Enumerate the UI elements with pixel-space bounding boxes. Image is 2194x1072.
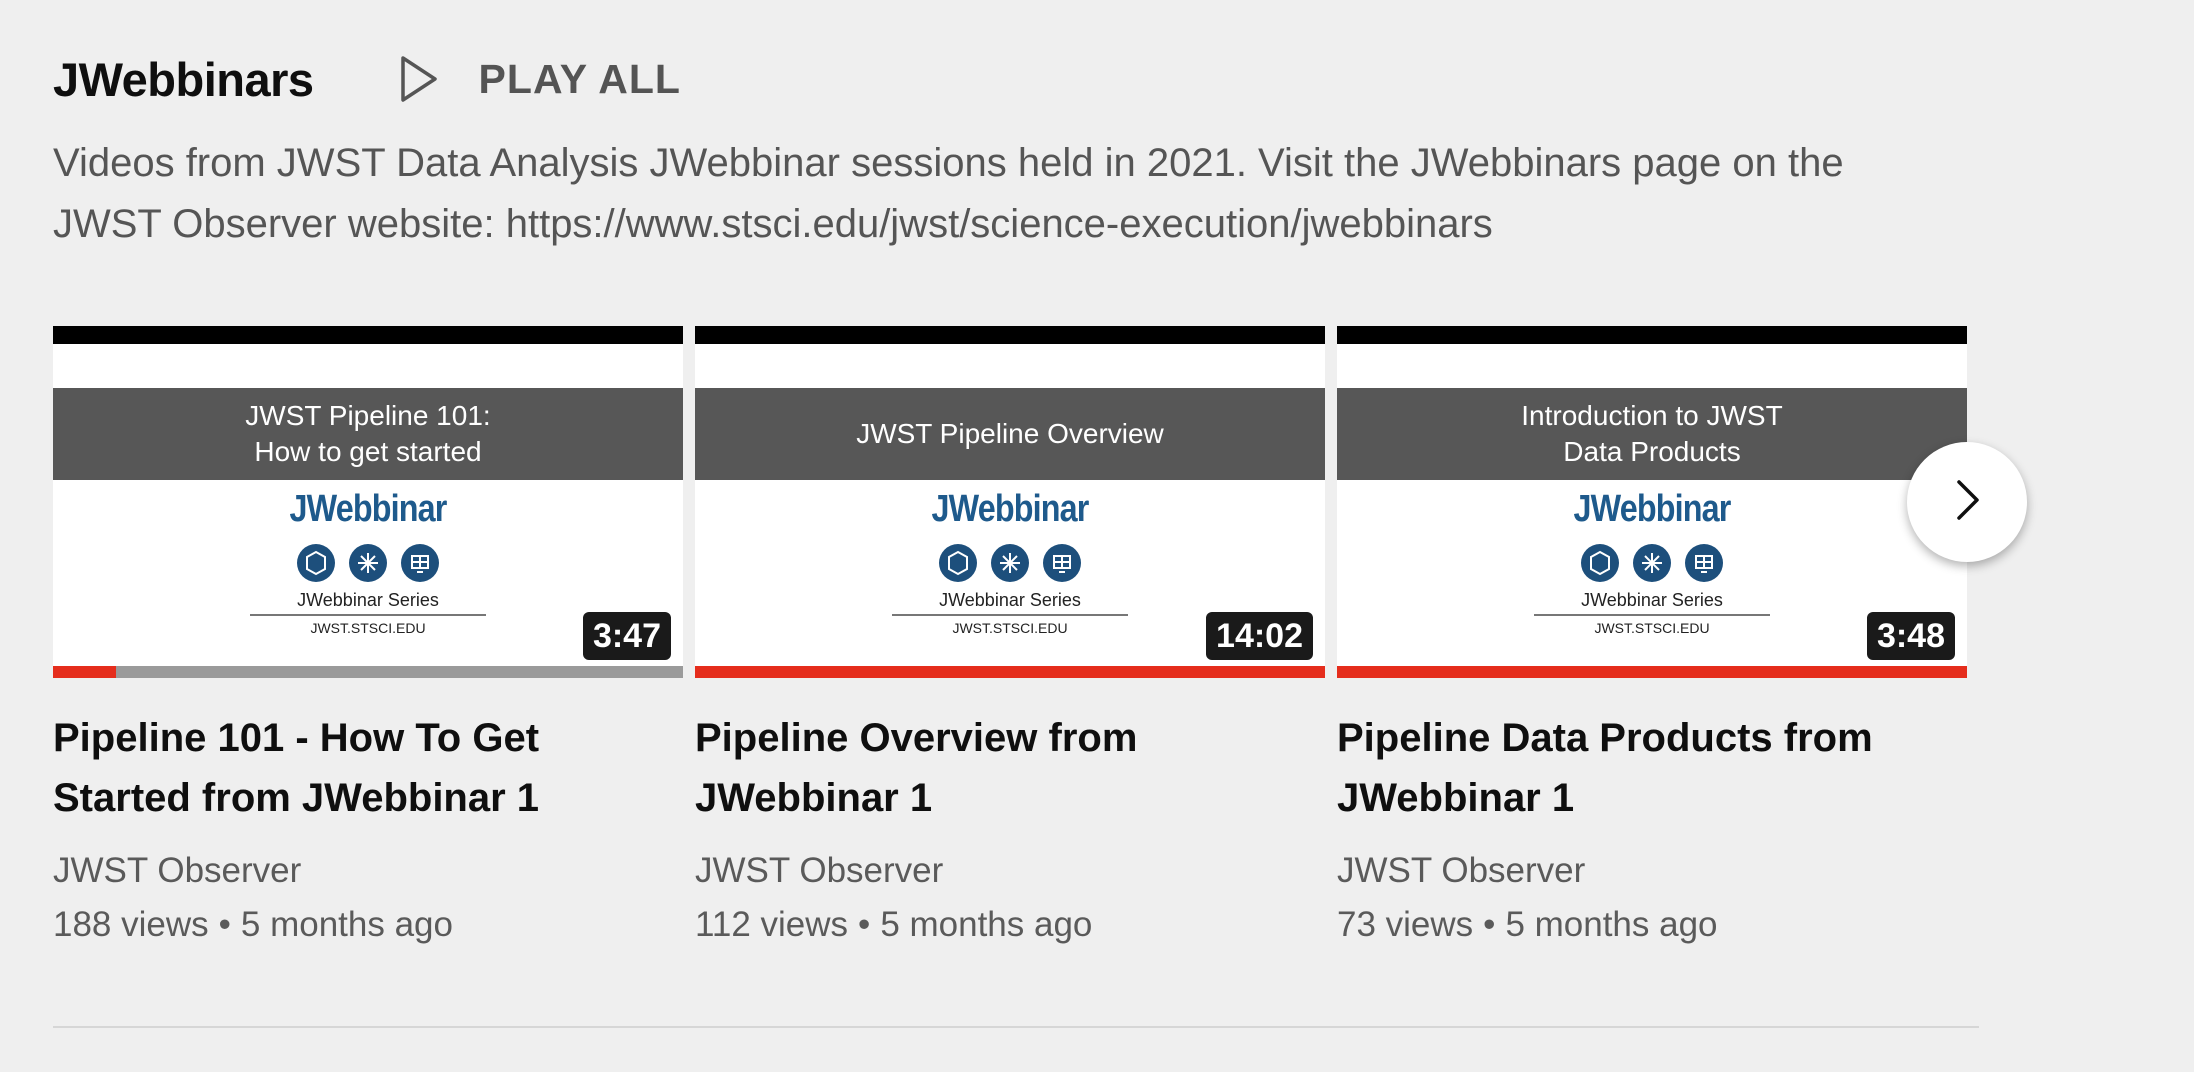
thumbnail-series: JWebbinar Series [297, 590, 439, 610]
channel-name[interactable]: JWST Observer [53, 844, 683, 898]
thumbnail-brand: JWebbinar [931, 488, 1090, 530]
thumbnail-letterbox [1337, 326, 1967, 344]
duration-badge: 3:48 [1866, 612, 1955, 660]
video-title[interactable]: Pipeline 101 - How To Get Started from J… [53, 708, 683, 828]
thumbnail-rule [1534, 614, 1770, 616]
star-icon [1633, 544, 1671, 582]
video-title[interactable]: Pipeline Overview from JWebbinar 1 [695, 708, 1325, 828]
mirror-icon [939, 544, 977, 582]
chevron-right-icon [1947, 476, 1987, 529]
shelf-description: Videos from JWST Data Analysis JWebbinar… [53, 141, 1844, 246]
next-videos-button[interactable] [1907, 442, 2027, 562]
channel-name[interactable]: JWST Observer [1337, 844, 1967, 898]
watch-progress-bar [695, 666, 1325, 678]
thumbnail-instrument-icons [695, 544, 1325, 582]
upload-age: 5 months ago [880, 905, 1093, 944]
upload-age: 5 months ago [1505, 905, 1718, 944]
thumbnail-instrument-icons [53, 544, 683, 582]
thumbnail-instrument-icons [1337, 544, 1967, 582]
watch-progress-fill [53, 666, 116, 678]
play-all-button[interactable]: PLAY ALL [399, 55, 681, 103]
watch-progress-fill [1337, 666, 1967, 678]
duration-badge: 14:02 [1206, 612, 1313, 660]
watch-progress-bar [1337, 666, 1967, 678]
meta-separator: • [1483, 905, 1496, 944]
video-thumbnail[interactable]: JWST Pipeline 101: How to get started JW… [53, 326, 683, 678]
thumbnail-banner: Introduction to JWST Data Products [1337, 388, 1967, 480]
grid-icon [1043, 544, 1081, 582]
play-outline-icon [399, 55, 439, 103]
mirror-icon [1581, 544, 1619, 582]
grid-icon [401, 544, 439, 582]
video-title[interactable]: Pipeline Data Products from JWebbinar 1 [1337, 708, 1967, 828]
section-divider [53, 1026, 1979, 1028]
meta-separator: • [218, 905, 231, 944]
thumbnail-rule [892, 614, 1128, 616]
view-count: 112 views [695, 905, 849, 944]
thumbnail-series: JWebbinar Series [939, 590, 1081, 610]
thumbnail-banner-text: JWST Pipeline Overview [856, 418, 1164, 449]
watch-progress-fill [695, 666, 1325, 678]
shelf-title[interactable]: JWebbinars [53, 52, 314, 107]
play-all-label: PLAY ALL [478, 55, 681, 102]
mirror-icon [297, 544, 335, 582]
watch-progress-bar [53, 666, 683, 678]
video-meta: 188 views • 5 months ago [53, 898, 683, 952]
meta-separator: • [858, 905, 871, 944]
thumbnail-brand: JWebbinar [289, 488, 448, 530]
star-icon [991, 544, 1029, 582]
grid-icon [1685, 544, 1723, 582]
view-count: 188 views [53, 905, 209, 944]
video-meta: 73 views • 5 months ago [1337, 898, 1967, 952]
thumbnail-letterbox [53, 326, 683, 344]
video-card: Introduction to JWST Data Products JWebb… [1337, 326, 1967, 952]
channel-name[interactable]: JWST Observer [695, 844, 1325, 898]
thumbnail-banner: JWST Pipeline Overview [695, 388, 1325, 480]
video-card: JWST Pipeline 101: How to get started JW… [53, 326, 683, 952]
thumbnail-banner: JWST Pipeline 101: How to get started [53, 388, 683, 480]
thumbnail-rule [250, 614, 486, 616]
video-thumbnail[interactable]: JWST Pipeline Overview JWebbinar JWebbin… [695, 326, 1325, 678]
thumbnail-banner-text: Introduction to JWST Data Products [1521, 400, 1783, 467]
view-count: 73 views [1337, 905, 1474, 944]
video-thumbnail[interactable]: Introduction to JWST Data Products JWebb… [1337, 326, 1967, 678]
thumbnail-letterbox [695, 326, 1325, 344]
video-card: JWST Pipeline Overview JWebbinar JWebbin… [695, 326, 1325, 952]
upload-age: 5 months ago [240, 905, 453, 944]
thumbnail-series: JWebbinar Series [1581, 590, 1723, 610]
video-meta: 112 views • 5 months ago [695, 898, 1325, 952]
shelf-header: JWebbinars PLAY ALL [53, 48, 681, 110]
duration-badge: 3:47 [582, 612, 671, 660]
star-icon [349, 544, 387, 582]
thumbnail-brand: JWebbinar [1573, 488, 1732, 530]
thumbnail-banner-text: JWST Pipeline 101: How to get started [245, 400, 491, 467]
